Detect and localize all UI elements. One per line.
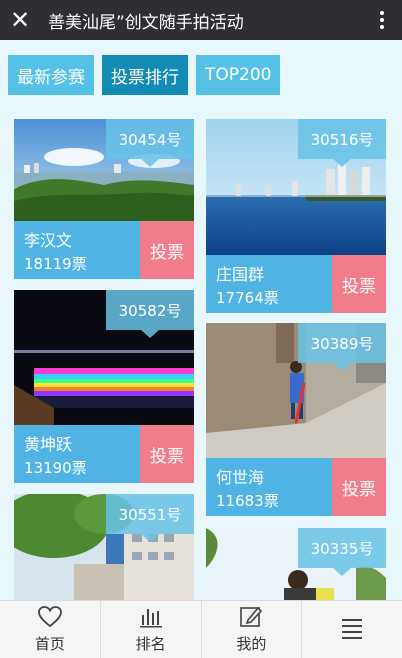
entry-photo[interactable]: 30389号 — [206, 323, 386, 458]
entry-card[interactable]: 30454号 李汉文 18119票 投票 — [14, 119, 194, 279]
tab-vote-ranking[interactable]: 投票排行 — [102, 55, 188, 95]
entry-vote-count: 18119票 — [24, 255, 87, 273]
entry-author: 何世海 — [216, 468, 265, 487]
nav-mine[interactable]: 我的 — [202, 601, 303, 658]
entry-info: 何世海 11683票 投票 — [206, 458, 386, 516]
entry-photo[interactable]: 30551号 — [14, 494, 194, 604]
entry-vote-count: 11683票 — [216, 492, 279, 510]
nav-mine-label: 我的 — [236, 635, 267, 653]
entry-author: 李汉文 — [24, 231, 73, 250]
tab-top200[interactable]: TOP200 — [196, 55, 281, 95]
vote-button[interactable]: 投票 — [140, 425, 194, 483]
entry-vote-count: 13190票 — [24, 459, 87, 477]
more-vertical-icon[interactable] — [362, 0, 402, 40]
entry-photo[interactable]: 30516号 — [206, 119, 386, 255]
entry-info: 庄国群 17764票 投票 — [206, 255, 386, 313]
entry-info: 李汉文 18119票 投票 — [14, 221, 194, 279]
entry-author: 庄国群 — [216, 265, 265, 284]
entry-card[interactable]: 30551号 — [14, 494, 194, 604]
vote-button[interactable]: 投票 — [140, 221, 194, 279]
entry-photo[interactable]: 30454号 — [14, 119, 194, 221]
nav-ranking[interactable]: 排名 — [101, 601, 202, 658]
entry-vote-count: 17764票 — [216, 289, 279, 307]
entry-number-badge: 30454号 — [106, 119, 194, 167]
close-icon[interactable]: ✕ — [0, 0, 40, 40]
tab-latest[interactable]: 最新参赛 — [8, 55, 94, 95]
heart-icon — [37, 605, 63, 629]
tab-bar: 最新参赛 投票排行 TOP200 — [8, 55, 281, 95]
entry-card[interactable]: 30335号 — [206, 528, 386, 604]
entry-card[interactable]: 30516号 庄国群 17764票 投票 — [206, 119, 386, 313]
bottom-nav: 首页 排名 我的 — [0, 600, 402, 658]
vote-button[interactable]: 投票 — [332, 255, 386, 313]
entry-author: 黄坤跃 — [24, 435, 73, 454]
top-bar: ✕ 善美汕尾”创文随手拍活动 — [0, 0, 402, 40]
entry-number-badge: 30389号 — [298, 323, 386, 371]
nav-ranking-label: 排名 — [135, 635, 166, 653]
menu-icon — [339, 616, 365, 640]
entry-info: 黄坤跃 13190票 投票 — [14, 425, 194, 483]
entry-number-badge: 30582号 — [106, 290, 194, 338]
entry-number-badge: 30516号 — [298, 119, 386, 167]
page-title: 善美汕尾”创文随手拍活动 — [48, 12, 244, 33]
entry-number-badge: 30551号 — [106, 494, 194, 542]
vote-button[interactable]: 投票 — [332, 458, 386, 516]
nav-home[interactable]: 首页 — [0, 601, 101, 658]
nav-menu[interactable] — [302, 601, 402, 658]
edit-icon — [238, 605, 264, 629]
entry-number-badge: 30335号 — [298, 528, 386, 576]
entry-card[interactable]: 30389号 何世海 11683票 投票 — [206, 323, 386, 516]
nav-home-label: 首页 — [34, 635, 65, 653]
entry-card[interactable]: 30582号 黄坤跃 13190票 投票 — [14, 290, 194, 483]
entry-photo[interactable]: 30335号 — [206, 528, 386, 604]
bar-chart-icon — [138, 605, 164, 629]
entry-photo[interactable]: 30582号 — [14, 290, 194, 425]
